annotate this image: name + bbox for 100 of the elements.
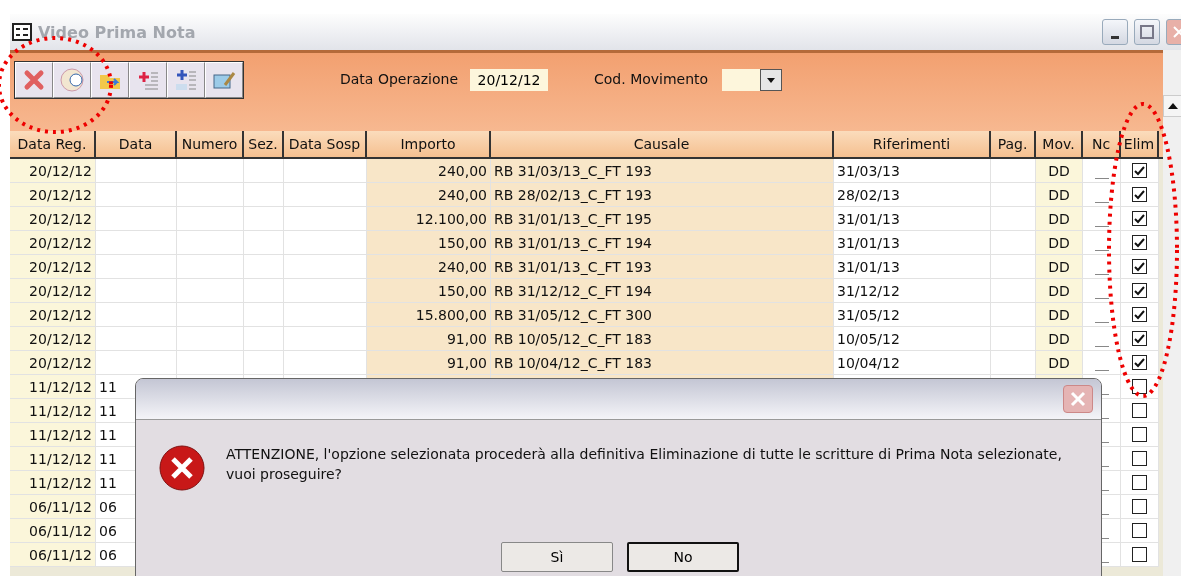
- scrollbar[interactable]: [1163, 50, 1181, 576]
- column-header[interactable]: Importo: [367, 131, 491, 157]
- delete-checkbox[interactable]: [1132, 355, 1147, 370]
- table-cell: DD: [1036, 231, 1083, 255]
- table-cell: 20/12/12: [10, 183, 96, 207]
- table-cell: 240,00: [367, 183, 491, 207]
- close-button[interactable]: [1063, 385, 1093, 413]
- close-icon: [1069, 390, 1087, 408]
- column-header[interactable]: Causale: [491, 131, 834, 157]
- table-cell: DD: [1036, 351, 1083, 375]
- delete-checkbox[interactable]: [1132, 427, 1147, 442]
- column-header[interactable]: Numero: [177, 131, 244, 157]
- date-field[interactable]: 20/12/12: [470, 69, 549, 91]
- movement-dropdown[interactable]: [722, 69, 783, 91]
- table-cell: RB 31/12/12_C_FT 194: [491, 279, 834, 303]
- window-title: Video Prima Nota: [38, 22, 196, 42]
- field-label: Data Operazione: [340, 71, 459, 87]
- table-cell: 11/12/12: [10, 399, 96, 423]
- table-cell: 20/12/12: [10, 159, 96, 183]
- delete-checkbox[interactable]: [1132, 499, 1147, 514]
- table-cell: 31/01/13: [834, 207, 991, 231]
- delete-checkbox[interactable]: [1132, 187, 1147, 202]
- toolbar-button[interactable]: [167, 62, 205, 98]
- dialog-button[interactable]: No: [627, 542, 739, 572]
- table-cell: 20/12/12: [10, 279, 96, 303]
- delete-checkbox[interactable]: [1132, 163, 1147, 178]
- column-header[interactable]: Data Reg.: [10, 131, 96, 157]
- table-cell: DD: [1036, 159, 1083, 183]
- table-cell: RB 31/01/13_C_FT 194: [491, 231, 834, 255]
- table-cell: 20/12/12: [10, 231, 96, 255]
- delete-checkbox[interactable]: [1132, 523, 1147, 538]
- column-header[interactable]: Mov.: [1036, 131, 1083, 157]
- table-cell: RB 28/02/13_C_FT 193: [491, 183, 834, 207]
- table-cell: DD: [1036, 327, 1083, 351]
- error-icon: [158, 444, 206, 492]
- table-cell: 10/04/12: [834, 351, 991, 375]
- delete-checkbox[interactable]: [1132, 475, 1147, 490]
- table-cell: 11/12/12: [10, 447, 96, 471]
- delete-checkbox[interactable]: [1132, 307, 1147, 322]
- toolbar-button[interactable]: [53, 62, 91, 98]
- disc-icon: [59, 67, 85, 93]
- table-cell: 11/12/12: [10, 471, 96, 495]
- table-cell: RB 10/04/12_C_FT 183: [491, 351, 834, 375]
- table-cell: RB 31/05/12_C_FT 300: [491, 303, 834, 327]
- table-cell: 240,00: [367, 159, 491, 183]
- table-cell: 11/12/12: [10, 375, 96, 399]
- delete-checkbox[interactable]: [1132, 379, 1147, 394]
- table-cell: 20/12/12: [10, 255, 96, 279]
- table-cell: 20/12/12: [10, 207, 96, 231]
- table-cell: 20/12/12: [10, 303, 96, 327]
- toolbar-button[interactable]: [205, 62, 243, 98]
- minimize-icon: [1111, 35, 1119, 39]
- delete-checkbox[interactable]: [1132, 259, 1147, 274]
- dropdown-arrow-icon: [767, 77, 776, 83]
- table-cell: 31/03/13: [834, 159, 991, 183]
- column-header[interactable]: Pag.: [991, 131, 1036, 157]
- column-header[interactable]: Nc: [1083, 131, 1121, 157]
- table-cell: 31/01/13: [834, 231, 991, 255]
- delete-checkbox[interactable]: [1132, 331, 1147, 346]
- table-cell: 91,00: [367, 351, 491, 375]
- maximize-button[interactable]: [1134, 19, 1160, 45]
- toolbar-button[interactable]: [91, 62, 129, 98]
- field-label: Cod. Movimento: [594, 71, 709, 87]
- table-cell: DD: [1036, 207, 1083, 231]
- delete-checkbox[interactable]: [1132, 235, 1147, 250]
- table-cell: DD: [1036, 279, 1083, 303]
- table-cell: 15.800,00: [367, 303, 491, 327]
- table-cell: 28/02/13: [834, 183, 991, 207]
- table-cell: RB 10/05/12_C_FT 183: [491, 327, 834, 351]
- column-header[interactable]: Riferimenti: [834, 131, 991, 157]
- toolbar-button[interactable]: [15, 62, 53, 98]
- delete-checkbox[interactable]: [1132, 547, 1147, 562]
- table-cell: 20/12/12: [10, 327, 96, 351]
- dialog-button[interactable]: Sì: [501, 542, 613, 572]
- table-cell: DD: [1036, 303, 1083, 327]
- column-header[interactable]: Data: [96, 131, 177, 157]
- table-cell: 06/11/12: [10, 519, 96, 543]
- minimize-button[interactable]: [1102, 19, 1128, 45]
- table-cell: 20/12/12: [10, 351, 96, 375]
- table-cell: 06/11/12: [10, 495, 96, 519]
- table-cell: 10/05/12: [834, 327, 991, 351]
- table-cell: 06/11/12: [10, 543, 96, 567]
- toolbar-button[interactable]: [129, 62, 167, 98]
- warning-message: ATTENZIONE, l'opzione selezionata procederà alla definitiva Eliminazione di tutte le scritture di Prima Nota selezionate, vuoi proseguire?: [226, 445, 1063, 484]
- delete-checkbox[interactable]: [1132, 211, 1147, 226]
- table-cell: 91,00: [367, 327, 491, 351]
- table-cell: 240,00: [367, 255, 491, 279]
- table-cell: RB 31/01/13_C_FT 195: [491, 207, 834, 231]
- window-icon: [12, 23, 32, 41]
- table-cell: 150,00: [367, 279, 491, 303]
- delete-checkbox[interactable]: [1132, 403, 1147, 418]
- table-cell: 12.100,00: [367, 207, 491, 231]
- delete-checkbox[interactable]: [1132, 451, 1147, 466]
- table-cell: 11/12/12: [10, 423, 96, 447]
- delete-checkbox[interactable]: [1132, 283, 1147, 298]
- table-cell: 31/05/12: [834, 303, 991, 327]
- column-header[interactable]: Sez.: [244, 131, 284, 157]
- column-header[interactable]: Elim: [1121, 131, 1159, 157]
- column-header[interactable]: Data Sosp: [284, 131, 367, 157]
- add-vat-icon: [173, 67, 199, 93]
